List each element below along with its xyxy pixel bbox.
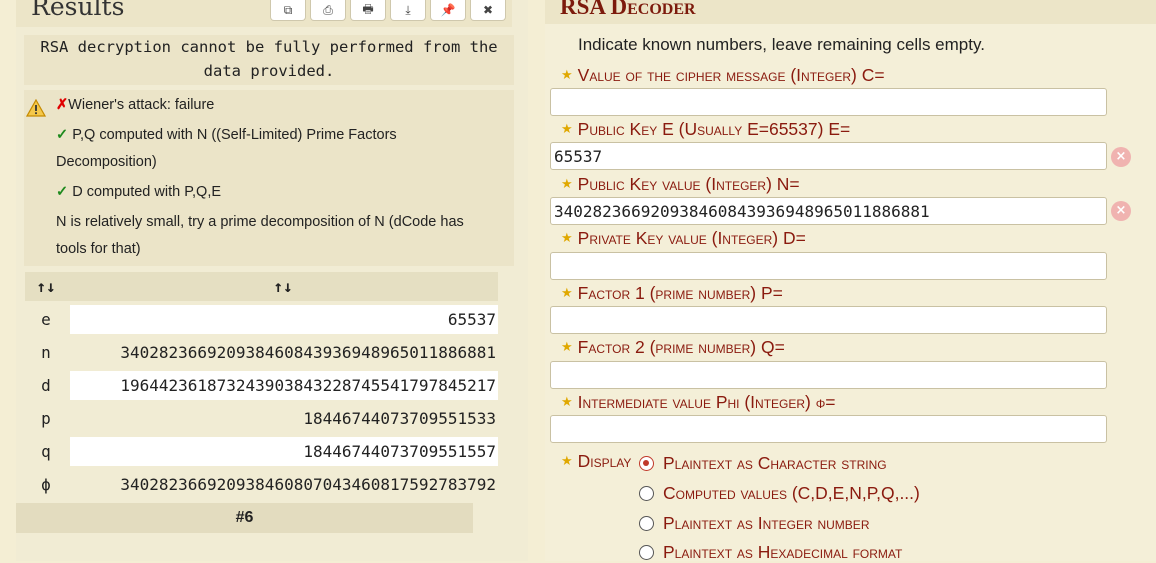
radio-selected-icon[interactable] (639, 456, 654, 471)
phi-input[interactable] (550, 415, 1107, 443)
private-key-d-input[interactable] (550, 252, 1107, 280)
star-icon: ★ (561, 176, 573, 191)
results-title: Results (31, 0, 125, 21)
table-row: n 34028236692093846084393694896501188688… (25, 338, 498, 367)
pq-line-continued: Decomposition) (56, 154, 157, 170)
row-value: 18446744073709551557 (70, 437, 498, 466)
star-icon: ★ (561, 453, 573, 468)
factor-q-label: ★ Factor 2 (prime number) Q= (561, 337, 785, 357)
row-value: 340282366920938460843936948965011886881 (120, 343, 496, 362)
display-option-computed[interactable]: Computed values (C,D,E,N,P,Q,...) (639, 483, 920, 504)
factor-q-input[interactable] (550, 361, 1107, 389)
display-option-string[interactable]: Plaintext as Character string (639, 453, 887, 474)
factor-p-label: ★ Factor 1 (prime number) P= (561, 283, 783, 303)
table-row: p 18446744073709551533 (25, 404, 498, 433)
row-label: d (41, 376, 51, 395)
print-icon[interactable]: ⎙ (310, 0, 346, 21)
display-option-integer[interactable]: Plaintext as Integer number (639, 513, 869, 534)
row-label: p (41, 409, 51, 428)
note-line-continued: tools for that) (56, 241, 141, 257)
note-line: N is relatively small, try a prime decom… (56, 214, 464, 230)
close-icon[interactable]: ✖ (470, 0, 506, 21)
printer-icon[interactable]: 🖶 (350, 0, 386, 21)
star-icon: ★ (561, 67, 573, 82)
phi-label: ★ Intermediate value Phi (Integer) ϕ= (561, 392, 836, 412)
copy-icon[interactable]: ⧉ (270, 0, 306, 21)
cipher-input[interactable] (550, 88, 1107, 116)
factor-p-input[interactable] (550, 306, 1107, 334)
radio-icon[interactable] (639, 516, 654, 531)
table-row: ϕ 34028236692093846080704346081759278379… (25, 470, 498, 499)
public-key-n-input[interactable]: 340282366920938460843936948965011886881 (550, 197, 1107, 225)
row-value: 196442361873243903843228745541797845217 (70, 371, 498, 400)
table-row: d 19644236187324390384322874554179784521… (25, 371, 498, 400)
instruction-text: Indicate known numbers, leave remaining … (578, 35, 985, 54)
star-icon: ★ (561, 394, 573, 409)
private-key-d-label: ★ Private Key value (Integer) D= (561, 228, 806, 248)
rsa-decoder-panel: RSA Decoder Indicate known numbers, leav… (545, 0, 1156, 563)
result-message: RSA decryption cannot be fully performed… (24, 35, 514, 85)
sort-icon[interactable]: ↑↓ (70, 272, 498, 301)
check-icon: ✓ (56, 184, 69, 200)
display-label: ★ Display (561, 451, 632, 471)
wiener-line: ✗Wiener's attack: failure (56, 97, 215, 113)
row-label: n (41, 343, 51, 362)
results-toolbar: ⧉ ⎙ 🖶 ⤓ 📌 ✖ (270, 0, 506, 21)
decoder-header: RSA Decoder (545, 0, 1156, 24)
public-key-n-label: ★ Public Key value (Integer) N= (561, 174, 800, 194)
table-row: e 65537 (25, 305, 498, 334)
display-option-hex[interactable]: Plaintext as Hexadecimal format (639, 542, 902, 563)
result-pager[interactable]: #6 (16, 503, 473, 533)
message-line: data provided. (203, 62, 335, 80)
clear-e-icon[interactable]: × (1111, 147, 1131, 167)
star-icon: ★ (561, 339, 573, 354)
row-label: q (41, 442, 51, 461)
table-header: ↑↓ ↑↓ (25, 272, 498, 301)
cipher-label: ★ Value of the cipher message (Integer) C… (561, 65, 885, 85)
row-value: 65537 (70, 305, 498, 334)
radio-icon[interactable] (639, 486, 654, 501)
decoder-title: RSA Decoder (560, 0, 696, 19)
d-line: ✓ D computed with P,Q,E (56, 184, 222, 200)
radio-icon[interactable] (639, 545, 654, 560)
star-icon: ★ (561, 230, 573, 245)
download-icon[interactable]: ⤓ (390, 0, 426, 21)
sort-icon[interactable]: ↑↓ (25, 272, 67, 301)
row-value: 18446744073709551533 (303, 409, 496, 428)
star-icon: ★ (561, 121, 573, 136)
check-icon: ✓ (56, 127, 69, 143)
pin-icon[interactable]: 📌 (430, 0, 466, 21)
star-icon: ★ (561, 285, 573, 300)
row-label: e (41, 310, 51, 329)
message-line: RSA decryption cannot be fully performed… (40, 38, 498, 56)
table-row: q 18446744073709551557 (25, 437, 498, 466)
public-key-e-input[interactable]: 65537 (550, 142, 1107, 170)
clear-n-icon[interactable]: × (1111, 201, 1131, 221)
pq-line: ✓ P,Q computed with N ((Self-Limited) Pr… (56, 127, 397, 143)
row-label: ϕ (41, 475, 51, 494)
warning-icon (26, 99, 46, 117)
row-value: 340282366920938460807043460817592783792 (120, 475, 496, 494)
public-key-e-label: ★ Public Key E (Usually E=65537) E= (561, 119, 851, 139)
analysis-box: ✗Wiener's attack: failure ✓ P,Q computed… (24, 90, 514, 266)
results-header: Results ⧉ ⎙ 🖶 ⤓ 📌 ✖ (16, 0, 512, 27)
fail-icon: ✗ (56, 97, 69, 113)
